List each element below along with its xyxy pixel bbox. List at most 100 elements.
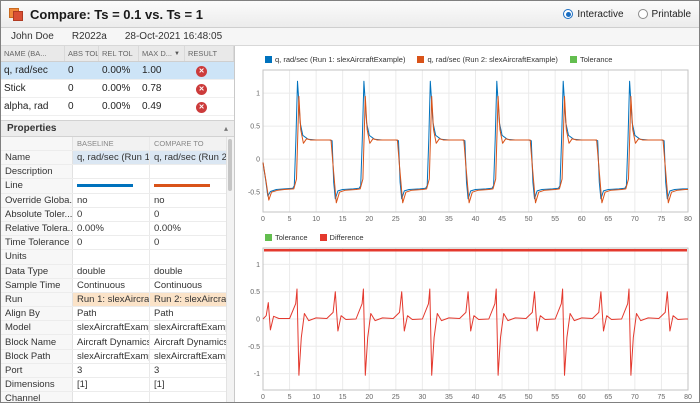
property-baseline-value[interactable]: q, rad/sec (Run 1:... [73, 151, 150, 165]
property-row: Dimensions [1] [1] [1, 378, 234, 393]
property-compare-value[interactable]: Path [150, 307, 227, 321]
property-baseline-value[interactable]: double [73, 264, 150, 278]
max-diff-cell: 1.00 [142, 65, 162, 76]
property-compare-value[interactable]: Aircraft Dynamics ... [150, 335, 227, 349]
property-baseline-value[interactable]: Run 1: slexAircraft... [73, 292, 150, 307]
property-row: Block PathslexAircraftExamp...slexAircra… [1, 349, 234, 364]
property-compare-value[interactable]: slexAircraftExample [150, 321, 227, 335]
radio-unselected-icon[interactable] [637, 9, 648, 19]
results-row[interactable]: q, rad/sec 0 0.00% 1.00 ✕ [1, 62, 234, 80]
legend-swatch-icon [569, 55, 577, 63]
property-row: Sample Time Continuous Continuous [1, 278, 234, 293]
svg-text:30: 30 [418, 394, 426, 401]
properties-table-body: BASELINECOMPARE TONameq, rad/sec (Run 1:… [1, 137, 234, 402]
property-label: Align By [1, 307, 73, 321]
results-column-header[interactable]: MAX D... ▼ [139, 46, 185, 61]
signals-chart-legend: q, rad/sec (Run 1: slexAircraftExample) q… [239, 52, 695, 66]
properties-column-header: BASELINE [73, 137, 150, 150]
results-row[interactable]: Stick 0 0.00% 0.78 ✕ [1, 80, 234, 98]
property-compare-value[interactable] [150, 392, 227, 402]
property-compare-value[interactable] [150, 165, 227, 179]
svg-text:40: 40 [472, 216, 480, 223]
legend-item[interactable]: q, rad/sec (Run 2: slexAircraftExample) [417, 55, 558, 64]
property-baseline-value[interactable]: no [73, 193, 150, 207]
svg-text:10: 10 [312, 216, 320, 223]
property-compare-value[interactable]: no [150, 193, 227, 207]
signals-chart-plot[interactable]: 0 5 10 15 20 25 30 35 40 45 50 55 60 65 70 75 80 -0.5 0 0.5… [239, 66, 694, 226]
property-baseline-value[interactable] [73, 165, 150, 179]
page-title: Compare: Ts = 0.1 vs. Ts = 1 [30, 6, 203, 22]
property-baseline-value[interactable]: [1] [73, 378, 150, 392]
property-label: Time Tolerance [1, 236, 73, 250]
property-baseline-value[interactable]: Continuous [73, 278, 150, 292]
legend-item[interactable]: Tolerance [265, 233, 308, 242]
svg-text:15: 15 [339, 394, 347, 401]
results-column-header[interactable]: RESULT [185, 46, 234, 61]
fail-icon: ✕ [196, 83, 207, 95]
results-row[interactable]: alpha, rad 0 0.00% 0.49 ✕ [1, 98, 234, 116]
line-style-cell[interactable] [73, 179, 150, 193]
property-baseline-value[interactable]: Aircraft Dynamics ... [73, 335, 150, 349]
scrollbar-thumb[interactable] [228, 139, 232, 191]
property-compare-value[interactable] [150, 250, 227, 264]
property-baseline-value[interactable]: 0.00% [73, 221, 150, 236]
title-bar: Compare: Ts = 0.1 vs. Ts = 1 Interactive… [1, 1, 699, 28]
results-column-header[interactable]: ABS TOL [65, 46, 99, 61]
fail-icon: ✕ [196, 65, 207, 77]
legend-swatch-icon [265, 55, 272, 63]
radio-selected-icon[interactable] [563, 9, 574, 19]
legend-label: q, rad/sec (Run 1: slexAircraftExample) [275, 54, 406, 64]
results-column-header[interactable]: NAME (BA... [1, 46, 65, 61]
property-baseline-value[interactable]: 0 [73, 236, 150, 250]
property-baseline-value[interactable]: 0 [73, 207, 150, 221]
svg-text:0.5: 0.5 [250, 124, 260, 131]
main-split: NAME (BA... ABS TOL REL TOL MAX D... ▼ RESULT… [1, 46, 699, 402]
radio-printable[interactable]: Printable [637, 9, 691, 20]
property-baseline-value[interactable]: slexAircraftExample [73, 321, 150, 335]
property-compare-value[interactable]: 0.00% [150, 221, 227, 236]
property-compare-value[interactable]: 0 [150, 207, 227, 221]
property-row: Units [1, 250, 234, 265]
svg-text:30: 30 [418, 216, 426, 223]
result-cell: ✕ [185, 65, 234, 77]
collapse-icon[interactable]: ▴ [224, 124, 228, 133]
properties-column-header: COMPARE TO [150, 137, 227, 150]
property-compare-value[interactable]: double [150, 264, 227, 278]
results-column-header[interactable]: REL TOL [99, 46, 139, 61]
svg-text:20: 20 [365, 216, 373, 223]
property-baseline-value[interactable]: slexAircraftExamp... [73, 349, 150, 363]
legend-item[interactable]: Tolerance [569, 55, 612, 64]
legend-item[interactable]: q, rad/sec (Run 1: slexAircraftExample) [265, 55, 405, 64]
property-baseline-value[interactable] [73, 392, 150, 402]
property-baseline-value[interactable]: Path [73, 307, 150, 321]
property-label: Description [1, 165, 73, 179]
legend-label: Tolerance [275, 232, 308, 242]
fail-icon: ✕ [196, 101, 207, 113]
property-baseline-value[interactable] [73, 250, 150, 264]
properties-section-header[interactable]: Properties ▴ [1, 120, 234, 137]
property-label: Model [1, 321, 73, 335]
property-label: Sample Time [1, 278, 73, 292]
line-style-cell[interactable] [150, 179, 227, 193]
property-compare-value[interactable]: 3 [150, 363, 227, 377]
radio-interactive[interactable]: Interactive [563, 9, 624, 20]
property-row: Data Type double double [1, 264, 234, 279]
signal-name-cell: q, rad/sec [4, 65, 48, 76]
property-compare-value[interactable]: slexAircraftExamp... [150, 349, 227, 363]
property-compare-value[interactable]: Continuous [150, 278, 227, 292]
property-compare-value[interactable]: Run 2: slexAircraft... [150, 292, 227, 307]
legend-item[interactable]: Difference [319, 233, 364, 242]
legend-swatch-icon [265, 233, 272, 241]
property-label: Block Name [1, 335, 73, 349]
property-compare-value[interactable]: [1] [150, 378, 227, 392]
property-row: RunRun 1: slexAircraft...Run 2: slexAirc… [1, 292, 234, 308]
results-table-header: NAME (BA... ABS TOL REL TOL MAX D... ▼ RESULT [1, 46, 234, 62]
property-row: Channel [1, 392, 234, 402]
property-compare-value[interactable]: q, rad/sec (Run 2:... [150, 151, 227, 165]
property-label: Channel [1, 392, 73, 402]
property-baseline-value[interactable]: 3 [73, 363, 150, 377]
properties-scrollbar[interactable] [226, 137, 234, 402]
property-compare-value[interactable]: 0 [150, 236, 227, 250]
property-label: Dimensions [1, 378, 73, 392]
difference-chart-plot[interactable]: 0 5 10 15 20 25 30 35 40 45 50 55 60 65 70 75 80 -1 -0.5 0 0… [239, 244, 694, 402]
